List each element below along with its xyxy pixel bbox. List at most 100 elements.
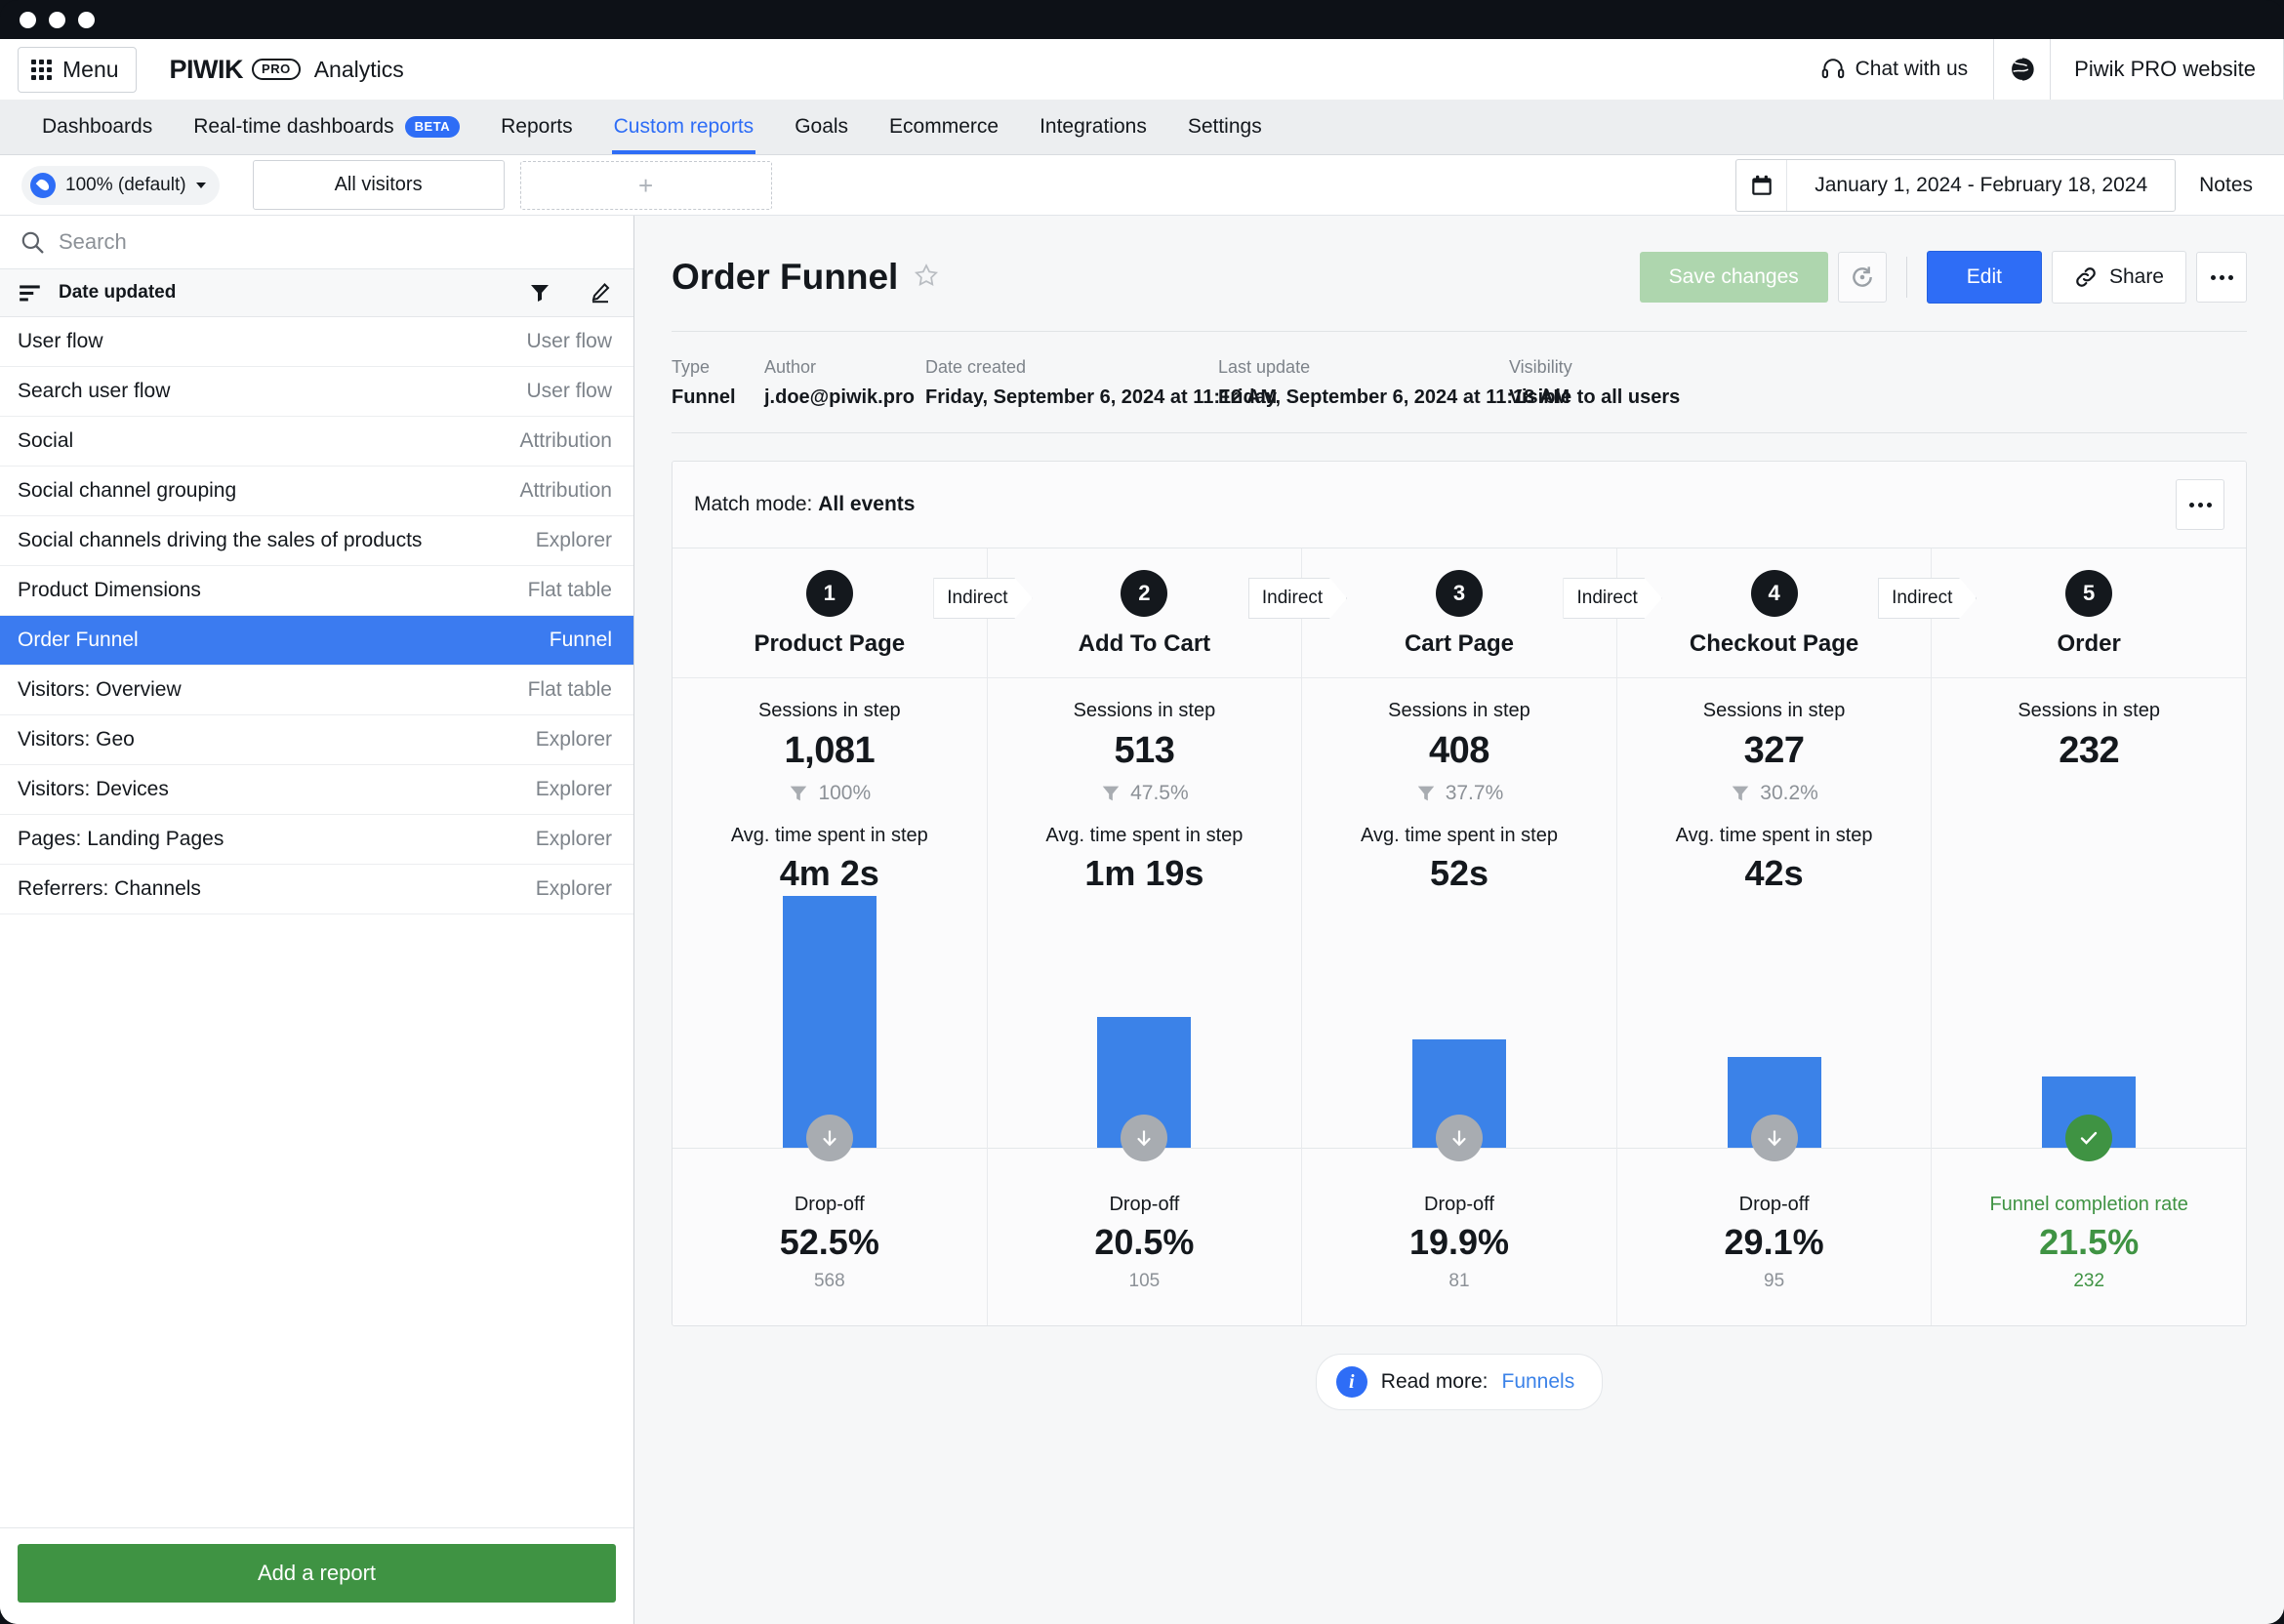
funnel-step-footer: Drop-off19.9%81 — [1302, 1149, 1616, 1325]
report-type: Attribution — [519, 479, 612, 503]
bar-area — [1932, 894, 2246, 1148]
add-report-button[interactable]: Add a report — [18, 1544, 616, 1603]
report-list-item[interactable]: SocialAttribution — [0, 417, 633, 467]
headset-icon — [1820, 57, 1846, 82]
metadata-value: Visible to all users — [1509, 386, 1680, 409]
filter-icon[interactable] — [528, 281, 551, 304]
brand-logo[interactable]: PIWIK PRO Analytics — [170, 55, 404, 85]
segment-all-visitors[interactable]: All visitors — [253, 160, 505, 210]
save-changes-button[interactable]: Save changes — [1640, 252, 1828, 303]
sessions-value: 408 — [1302, 730, 1616, 772]
search-input[interactable] — [59, 229, 614, 255]
nav-item-reports[interactable]: Reports — [480, 100, 593, 154]
window-close-button[interactable] — [20, 12, 36, 28]
nav-item-goals[interactable]: Goals — [774, 100, 869, 154]
edit-button[interactable]: Edit — [1927, 251, 2042, 304]
sampling-selector[interactable]: 100% (default) — [21, 166, 220, 205]
funnel-step: 2Add To CartIndirect Sessions in step 513 4… — [988, 548, 1303, 1325]
window-maximize-button[interactable] — [78, 12, 95, 28]
match-mode-text: Match mode: All events — [694, 493, 915, 516]
report-name: Referrers: Channels — [18, 877, 201, 901]
step-percentage-row: 47.5% — [988, 780, 1302, 807]
report-metadata: TypeFunnelAuthorj.doe@piwik.proDate crea… — [672, 332, 2247, 432]
sidebar-list-header: Date updated — [0, 269, 633, 317]
funnel-step-header: 1Product PageIndirect — [673, 548, 987, 677]
nav-item-real-time-dashboards[interactable]: Real-time dashboardsBETA — [173, 100, 480, 154]
sidebar-footer: Add a report — [0, 1527, 633, 1624]
report-list-item[interactable]: Order FunnelFunnel — [0, 616, 633, 666]
funnel-step-header: 4Checkout PageIndirect — [1617, 548, 1932, 677]
meta-divider-bottom — [672, 432, 2247, 433]
add-segment-button[interactable]: + — [520, 161, 772, 210]
funnel-step-body: Sessions in step40837.7%Avg. time spent … — [1302, 677, 1616, 1325]
sort-icon[interactable] — [18, 282, 43, 304]
report-name: Visitors: Devices — [18, 778, 169, 801]
funnel-step-header: 2Add To CartIndirect — [988, 548, 1302, 677]
nav-item-label: Real-time dashboards — [193, 115, 393, 139]
favorite-star-icon[interactable] — [914, 263, 939, 293]
report-name: User flow — [18, 330, 103, 353]
reset-button[interactable] — [1838, 252, 1887, 303]
step-foot-count: 95 — [1617, 1271, 1932, 1292]
funnel-step-footer: Drop-off52.5%568 — [673, 1149, 987, 1325]
window-minimize-button[interactable] — [49, 12, 65, 28]
edit-pencil-icon[interactable] — [589, 281, 612, 304]
step-name: Cart Page — [1302, 630, 1616, 658]
report-list-item[interactable]: User flowUser flow — [0, 317, 633, 367]
menu-button[interactable]: Menu — [18, 47, 137, 93]
bar-area — [1302, 894, 1616, 1148]
step-percentage-row — [1932, 780, 2246, 807]
step-foot-count: 568 — [673, 1271, 987, 1292]
funnel-options-button[interactable] — [2176, 479, 2224, 530]
read-more-link[interactable]: Funnels — [1502, 1370, 1575, 1394]
step-foot-value: 21.5% — [1932, 1222, 2246, 1263]
funnel-step-footer: Funnel completion rate21.5%232 — [1932, 1149, 2246, 1325]
avg-time-label: Avg. time spent in step — [1302, 825, 1616, 847]
site-selector[interactable]: Piwik PRO website — [1993, 39, 2284, 100]
more-options-button[interactable] — [2196, 252, 2247, 303]
nav-item-settings[interactable]: Settings — [1167, 100, 1283, 154]
metadata-last-update: Last updateFriday, September 6, 2024 at … — [1218, 357, 1509, 409]
report-list-item[interactable]: Referrers: ChannelsExplorer — [0, 865, 633, 914]
avg-time-label: Avg. time spent in step — [988, 825, 1302, 847]
reports-list: User flowUser flowSearch user flowUser f… — [0, 317, 633, 1527]
sessions-value: 513 — [988, 730, 1302, 772]
read-more-pill[interactable]: i Read more: Funnels — [1316, 1354, 1603, 1410]
nav-item-custom-reports[interactable]: Custom reports — [593, 100, 775, 154]
chat-with-us-button[interactable]: Chat with us — [1795, 39, 1994, 100]
metadata-label: Type — [672, 357, 764, 378]
step-foot-count: 105 — [988, 1271, 1302, 1292]
report-type: Explorer — [536, 728, 612, 751]
report-list-item[interactable]: Visitors: GeoExplorer — [0, 715, 633, 765]
report-list-item[interactable]: Visitors: OverviewFlat table — [0, 666, 633, 715]
dropoff-arrow-icon — [1436, 1115, 1483, 1161]
date-range-picker[interactable]: January 1, 2024 - February 18, 2024 — [1735, 159, 2176, 212]
notes-button[interactable]: Notes — [2199, 174, 2263, 197]
brand-product-name: Analytics — [314, 57, 404, 83]
step-name: Add To Cart — [988, 630, 1302, 658]
funnel-step-body: Sessions in step232 Funnel completion ra… — [1932, 677, 2246, 1325]
window-titlebar — [0, 0, 2284, 39]
report-list-item[interactable]: Social channel grouping Attribution — [0, 467, 633, 516]
app-root: Menu PIWIK PRO Analytics Chat with us — [0, 39, 2284, 1624]
report-list-item[interactable]: Visitors: DevicesExplorer — [0, 765, 633, 815]
link-icon — [2074, 265, 2098, 289]
metadata-value: Friday, September 6, 2024 at 11:12 AM — [925, 386, 1218, 409]
report-list-item[interactable]: Pages: Landing PagesExplorer — [0, 815, 633, 865]
report-list-item[interactable]: Search user flowUser flow — [0, 367, 633, 417]
read-more-text: Read more: — [1381, 1370, 1489, 1394]
share-button[interactable]: Share — [2052, 251, 2186, 304]
completion-check-icon — [2065, 1115, 2112, 1161]
report-list-item[interactable]: Product DimensionsFlat table — [0, 566, 633, 616]
report-list-item[interactable]: Social channels driving the sales of pro… — [0, 516, 633, 566]
step-foot-value: 29.1% — [1617, 1222, 1932, 1263]
nav-item-label: Reports — [501, 115, 573, 139]
step-number-badge: 1 — [806, 570, 853, 617]
nav-item-integrations[interactable]: Integrations — [1019, 100, 1167, 154]
report-name: Social channel grouping — [18, 479, 236, 503]
nav-item-dashboards[interactable]: Dashboards — [21, 100, 173, 154]
nav-item-ecommerce[interactable]: Ecommerce — [869, 100, 1019, 154]
sessions-label: Sessions in step — [988, 700, 1302, 722]
metadata-label: Visibility — [1509, 357, 1680, 378]
grid-menu-icon — [31, 60, 52, 80]
